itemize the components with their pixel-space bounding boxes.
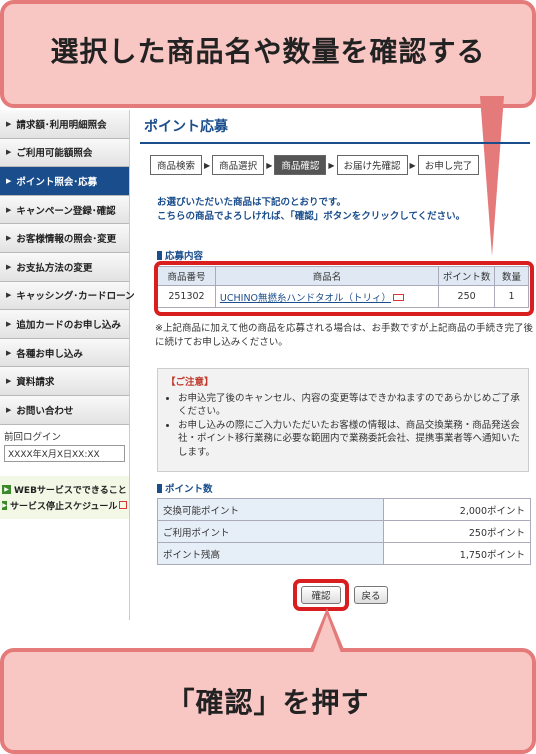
confirm-button[interactable]: 確認 bbox=[301, 586, 341, 604]
sidebar-links: ▶ WEBサービスでできること ▶ サービス停止スケジュール bbox=[0, 475, 129, 519]
table-row: 交換可能ポイント 2,000ポイント bbox=[157, 498, 531, 521]
intro-text: お選びいただいた商品は下記のとおりです。 こちらの商品でよろしければ、「確認」ボ… bbox=[157, 196, 465, 224]
link-label: WEBサービスでできること bbox=[14, 485, 127, 496]
instruction-callout-bottom: 「確認」を押す bbox=[0, 648, 536, 754]
sidebar-item-label: お客様情報の照会･変更 bbox=[16, 234, 117, 246]
sidebar-item-label: ご利用可能額照会 bbox=[16, 148, 93, 160]
step-select: 商品選択 bbox=[212, 155, 265, 175]
sidebar-item-label: 追加カードのお申し込み bbox=[16, 319, 121, 331]
sidebar-item-customer-info[interactable]: ▶ お客様情報の照会･変更 bbox=[0, 224, 129, 253]
notice-title: 【ご注意】 bbox=[166, 377, 214, 388]
chevron-right-icon: ▶ bbox=[266, 160, 273, 170]
points-value: 1,750ポイント bbox=[383, 542, 531, 565]
sidebar-item-cashing[interactable]: ▶ キャッシング･カードローン bbox=[0, 281, 135, 311]
chevron-right-icon: ▶ bbox=[6, 119, 12, 128]
notice-item: お申込完了後のキャンセル、内容の変更等はできかねますのであらかじめご了承ください… bbox=[178, 392, 520, 419]
sidebar-item-label: お問い合わせ bbox=[16, 405, 74, 417]
sidebar-item-available-amount[interactable]: ▶ ご利用可能額照会 bbox=[0, 138, 129, 168]
section-title-text: 応募内容 bbox=[165, 251, 204, 262]
chevron-right-icon: ▶ bbox=[6, 205, 12, 214]
chevron-right-icon: ▶ bbox=[6, 291, 12, 300]
chevron-right-icon: ▶ bbox=[6, 348, 12, 357]
sidebar-item-payment-method[interactable]: ▶ お支払方法の変更 bbox=[0, 252, 129, 282]
sidebar-item-points[interactable]: ▶ ポイント照会･応募 bbox=[0, 167, 129, 196]
page-title: ポイント応募 bbox=[140, 110, 530, 144]
instruction-text-bottom: 「確認」を押す bbox=[166, 686, 370, 719]
progress-steps: 商品検索 ▶ 商品選択 ▶ 商品確認 ▶ お届け先確認 ▶ お申し完了 bbox=[150, 154, 530, 176]
points-label: 交換可能ポイント bbox=[157, 498, 384, 521]
sidebar-item-documents[interactable]: ▶ 資料請求 bbox=[0, 367, 129, 396]
notice-box: 【ご注意】 お申込完了後のキャンセル、内容の変更等はできかねますのであらかじめご… bbox=[157, 368, 529, 472]
chevron-right-icon: ▶ bbox=[6, 262, 12, 271]
section-marker-icon bbox=[157, 250, 162, 260]
highlight-frame-item bbox=[154, 261, 534, 316]
points-label: ポイント残高 bbox=[157, 542, 384, 565]
instruction-text-top: 選択した商品名や数量を確認する bbox=[50, 35, 486, 68]
sidebar-item-contact[interactable]: ▶ お問い合わせ bbox=[0, 395, 129, 425]
maintenance-schedule-link[interactable]: ▶ サービス停止スケジュール bbox=[2, 499, 127, 512]
points-section-title: ポイント数 bbox=[157, 481, 213, 495]
web-services-link[interactable]: ▶ WEBサービスでできること bbox=[2, 483, 127, 496]
step-complete: お申し完了 bbox=[417, 155, 480, 175]
sidebar-item-label: 資料請求 bbox=[16, 377, 55, 389]
chevron-right-icon: ▶ bbox=[6, 148, 12, 157]
note-text: ※上記商品に加えて他の商品を応募される場合は、お手数ですが上記商品の手続き完了後… bbox=[155, 323, 533, 348]
step-delivery: お届け先確認 bbox=[336, 155, 408, 175]
main-content: ポイント応募 商品検索 ▶ 商品選択 ▶ 商品確認 ▶ お届け先確認 ▶ お申し… bbox=[140, 110, 536, 611]
sidebar-item-label: キャッシング･カードローン bbox=[16, 291, 135, 303]
intro-line: お選びいただいた商品は下記のとおりです。 bbox=[157, 197, 347, 208]
chevron-right-icon: ▶ bbox=[6, 234, 12, 243]
chevron-right-icon: ▶ bbox=[6, 176, 12, 185]
sidebar-item-additional-card[interactable]: ▶ 追加カードのお申し込み bbox=[0, 310, 129, 339]
sidebar-item-label: お支払方法の変更 bbox=[16, 262, 93, 274]
last-login-label: 前回ログイン bbox=[4, 431, 62, 443]
step-search: 商品検索 bbox=[150, 155, 203, 175]
sidebar-item-campaign[interactable]: ▶ キャンペーン登録･確認 bbox=[0, 195, 129, 225]
table-row: ご利用ポイント 250ポイント bbox=[157, 520, 531, 543]
sidebar-item-label: 請求額･利用明細照会 bbox=[16, 119, 107, 131]
notice-item: お申し込みの際にご入力いただいたお客様の情報は、商品交換業務・商品発送会社・ポイ… bbox=[178, 419, 520, 460]
sidebar-item-label: 各種お申し込み bbox=[16, 348, 83, 360]
section-title-text: ポイント数 bbox=[165, 484, 213, 495]
new-window-icon bbox=[119, 501, 127, 510]
points-value: 2,000ポイント bbox=[383, 498, 531, 521]
points-table: 交換可能ポイント 2,000ポイント ご利用ポイント 250ポイント ポイント残… bbox=[157, 498, 531, 565]
last-login-value: XXXX年X月X日XX:XX bbox=[4, 444, 125, 462]
chevron-right-icon: ▶ bbox=[6, 319, 12, 328]
chevron-right-icon: ▶ bbox=[6, 405, 12, 414]
chevron-right-icon: ▶ bbox=[328, 160, 335, 170]
back-button[interactable]: 戻る bbox=[354, 586, 388, 604]
chevron-right-icon: ▶ bbox=[6, 377, 12, 386]
chevron-right-icon: ▶ bbox=[204, 160, 211, 170]
points-value: 250ポイント bbox=[383, 520, 531, 543]
chevron-right-icon: ▶ bbox=[409, 160, 416, 170]
application-section-title: 応募内容 bbox=[157, 248, 203, 262]
sidebar-item-label: ポイント照会･応募 bbox=[16, 176, 98, 188]
sidebar-item-label: キャンペーン登録･確認 bbox=[16, 205, 116, 217]
instruction-callout-top: 選択した商品名や数量を確認する bbox=[0, 0, 536, 108]
callout-pointer-fill bbox=[313, 615, 341, 653]
sidebar-item-billing[interactable]: ▶ 請求額･利用明細照会 bbox=[0, 110, 129, 139]
section-marker-icon bbox=[157, 483, 162, 493]
table-row: ポイント残高 1,750ポイント bbox=[157, 542, 531, 565]
last-login-box: 前回ログイン XXXX年X月X日XX:XX bbox=[0, 425, 129, 462]
step-confirm: 商品確認 bbox=[274, 155, 327, 175]
sidebar: ▶ 請求額･利用明細照会 ▶ ご利用可能額照会 ▶ ポイント照会･応募 ▶ キャンペーン… bbox=[0, 110, 135, 620]
arrow-right-icon: ▶ bbox=[2, 484, 11, 494]
arrow-right-icon: ▶ bbox=[2, 500, 8, 510]
sidebar-item-applications[interactable]: ▶ 各種お申し込み bbox=[0, 338, 129, 368]
link-label: サービス停止スケジュール bbox=[10, 501, 118, 512]
points-label: ご利用ポイント bbox=[157, 520, 384, 543]
intro-line: こちらの商品でよろしければ、「確認」ボタンをクリックしてください。 bbox=[157, 211, 466, 222]
